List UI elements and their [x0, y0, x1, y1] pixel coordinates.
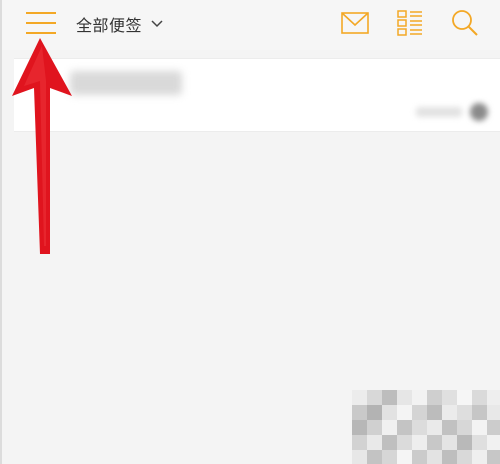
note-filter-dropdown[interactable]: 全部便签: [76, 10, 164, 38]
mosaic-cell: [487, 405, 500, 420]
mosaic-cell: [442, 420, 457, 435]
mosaic-cell: [382, 390, 397, 405]
mosaic-cell: [412, 405, 427, 420]
mosaic-cell: [352, 420, 367, 435]
mosaic-cell: [487, 420, 500, 435]
mosaic-cell: [367, 420, 382, 435]
mosaic-cell: [442, 450, 457, 464]
mosaic-cell: [367, 450, 382, 464]
mosaic-cell: [352, 435, 367, 450]
mosaic-cell: [427, 405, 442, 420]
notes-app-screen: 全部便签: [0, 0, 500, 464]
mosaic-cell: [472, 405, 487, 420]
mosaic-cell: [472, 435, 487, 450]
mosaic-cell: [457, 420, 472, 435]
mosaic-cell: [472, 450, 487, 464]
mosaic-cell: [472, 390, 487, 405]
mosaic-cell: [412, 450, 427, 464]
top-bar: 全部便签: [2, 0, 500, 50]
mosaic-cell: [367, 405, 382, 420]
mosaic-cell: [472, 420, 487, 435]
mosaic-cell: [397, 450, 412, 464]
note-status-dot: [470, 103, 488, 121]
mosaic-cell: [487, 435, 500, 450]
note-list-item[interactable]: [14, 58, 500, 132]
mosaic-cell: [442, 390, 457, 405]
mosaic-cell: [397, 405, 412, 420]
mosaic-cell: [352, 405, 367, 420]
list-layout-icon[interactable]: [396, 8, 424, 38]
mosaic-cell: [487, 450, 500, 464]
mosaic-cell: [367, 435, 382, 450]
mosaic-cell: [427, 435, 442, 450]
red-arrow-annotation: [12, 38, 72, 254]
mosaic-cell: [457, 390, 472, 405]
mosaic-cell: [442, 435, 457, 450]
mosaic-cell: [427, 450, 442, 464]
mosaic-cell: [397, 420, 412, 435]
mosaic-cell: [397, 435, 412, 450]
mosaic-cell: [427, 390, 442, 405]
mosaic-cell: [382, 420, 397, 435]
mosaic-cell: [412, 420, 427, 435]
mail-icon[interactable]: [340, 10, 370, 36]
pixelated-watermark: [352, 390, 500, 464]
mosaic-cell: [352, 450, 367, 464]
hamburger-menu-icon[interactable]: [24, 8, 58, 38]
mosaic-cell: [412, 435, 427, 450]
chevron-down-icon: [151, 20, 163, 28]
mosaic-cell: [382, 435, 397, 450]
mosaic-cell: [397, 390, 412, 405]
mosaic-cell: [382, 450, 397, 464]
note-time-redacted: [416, 107, 462, 117]
mosaic-cell: [457, 405, 472, 420]
mosaic-cell: [382, 405, 397, 420]
mosaic-cell: [352, 390, 367, 405]
search-icon[interactable]: [450, 8, 480, 38]
mosaic-cell: [457, 435, 472, 450]
mosaic-cell: [457, 450, 472, 464]
note-title-redacted: [70, 71, 182, 95]
mosaic-cell: [487, 390, 500, 405]
mosaic-cell: [442, 405, 457, 420]
mosaic-cell: [427, 420, 442, 435]
mosaic-cell: [367, 390, 382, 405]
mosaic-cell: [412, 390, 427, 405]
page-title: 全部便签: [76, 16, 143, 35]
